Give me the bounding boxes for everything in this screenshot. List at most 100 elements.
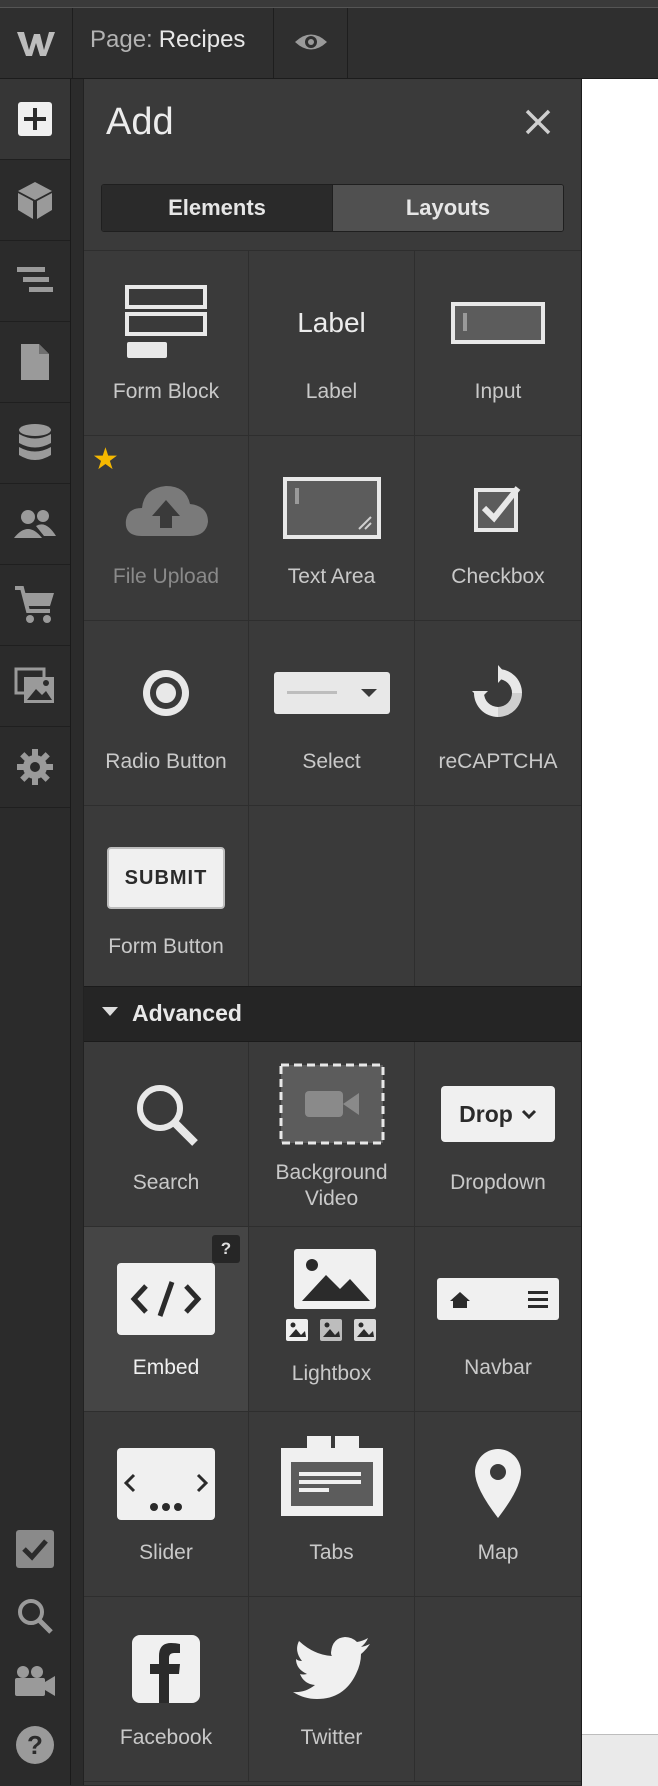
dropdown-icon: Drop (415, 1064, 581, 1164)
element-form-button[interactable]: SUBMIT Form Button (84, 806, 249, 991)
page-label: Page: (90, 26, 153, 53)
empty-cell (415, 1597, 581, 1782)
help-question-icon[interactable]: ? (0, 1715, 70, 1775)
page-name: Recipes (158, 26, 246, 53)
svg-text:?: ? (27, 1730, 43, 1760)
element-label: Tabs (309, 1541, 354, 1564)
element-label: Facebook (119, 1726, 213, 1749)
canvas-bottom-bar (582, 1734, 658, 1786)
caret-down-icon (102, 1007, 118, 1016)
label-icon: Label (249, 273, 414, 373)
recaptcha-icon (415, 643, 581, 743)
element-recaptcha[interactable]: reCAPTCHA (415, 621, 581, 806)
search-icon[interactable] (0, 1586, 70, 1646)
video-tutorials-icon[interactable] (0, 1651, 70, 1711)
element-label: Form Button (108, 935, 224, 958)
advanced-elements-grid: Search Background Video Drop Dropdown ? (84, 1042, 581, 1782)
slider-icon (84, 1434, 248, 1534)
users-icon[interactable] (0, 484, 70, 565)
dropdown-icon-text: Drop (459, 1100, 513, 1127)
element-input[interactable]: Input (415, 251, 581, 436)
element-label: Map (477, 1541, 519, 1564)
panel-tabs: Elements Layouts (101, 184, 564, 232)
element-tabs[interactable]: Tabs (249, 1412, 415, 1597)
element-label: Input (474, 380, 522, 403)
page-selector[interactable]: Page: Recipes (90, 26, 245, 54)
top-bar: Page: Recipes (0, 0, 658, 79)
element-dropdown[interactable]: Drop Dropdown (415, 1042, 581, 1227)
element-label: Form Block (112, 380, 220, 403)
element-label-item[interactable]: Label Label (249, 251, 415, 436)
checkbox-icon (415, 458, 581, 558)
webflow-logo-icon[interactable] (0, 8, 73, 78)
empty-cell (415, 806, 581, 991)
tabs-icon (249, 1426, 414, 1526)
add-plus-icon[interactable] (0, 79, 70, 160)
add-panel: Add Elements Layouts Form Block Label La… (83, 79, 582, 1785)
left-toolbar: ? (0, 79, 71, 1785)
element-label: Label (305, 380, 358, 403)
element-label: Navbar (464, 1356, 532, 1379)
close-icon[interactable] (523, 107, 553, 137)
element-label: Select (302, 750, 361, 773)
section-title: Advanced (132, 1000, 242, 1026)
code-embed-icon (84, 1249, 248, 1349)
eye-icon[interactable] (290, 24, 332, 60)
element-twitter[interactable]: Twitter (249, 1597, 415, 1782)
element-file-upload[interactable]: ★ File Upload (84, 436, 249, 621)
element-select[interactable]: Select (249, 621, 415, 806)
submit-icon-text: SUBMIT (107, 847, 225, 909)
advanced-section-header[interactable]: Advanced (84, 986, 581, 1042)
tab-layouts[interactable]: Layouts (332, 185, 563, 231)
element-map[interactable]: Map (415, 1412, 581, 1597)
input-icon (415, 273, 581, 373)
assets-images-icon[interactable] (0, 646, 70, 727)
empty-cell (249, 806, 415, 991)
divider (273, 8, 274, 78)
divider (347, 8, 348, 78)
element-label: Twitter (300, 1726, 363, 1749)
label-icon-text: Label (297, 307, 366, 338)
ecommerce-cart-icon[interactable] (0, 565, 70, 646)
text-area-icon (249, 458, 414, 558)
navigator-layers-icon[interactable] (0, 241, 70, 322)
cloud-upload-icon (84, 458, 248, 558)
element-slider[interactable]: Slider (84, 1412, 249, 1597)
panel-title: Add (106, 101, 174, 143)
forms-elements-grid: Form Block Label Label Input ★ File Uplo… (84, 250, 581, 991)
settings-gear-icon[interactable] (0, 727, 70, 808)
pages-document-icon[interactable] (0, 322, 70, 403)
element-lightbox[interactable]: Lightbox (249, 1227, 415, 1412)
element-embed[interactable]: ? Embed (84, 1227, 249, 1412)
submit-button-icon: SUBMIT (84, 828, 248, 928)
design-canvas[interactable] (582, 79, 658, 1786)
element-search[interactable]: Search (84, 1042, 249, 1227)
element-text-area[interactable]: Text Area (249, 436, 415, 621)
cms-database-icon[interactable] (0, 403, 70, 484)
dropdown-preview: Drop (441, 1086, 555, 1142)
map-pin-icon (415, 1434, 581, 1534)
element-label: Checkbox (451, 565, 545, 588)
search-icon (84, 1064, 248, 1164)
element-form-block[interactable]: Form Block (84, 251, 249, 436)
element-label: Slider (139, 1541, 193, 1564)
element-navbar[interactable]: Navbar (415, 1227, 581, 1412)
window-strip (0, 0, 658, 8)
background-video-icon (249, 1054, 414, 1154)
tab-elements[interactable]: Elements (102, 185, 332, 231)
facebook-icon (84, 1619, 248, 1719)
element-label: Text Area (287, 565, 376, 588)
element-checkbox[interactable]: Checkbox (415, 436, 581, 621)
element-label: Background Video (275, 1161, 388, 1210)
twitter-icon (249, 1619, 414, 1719)
element-background-video[interactable]: Background Video (249, 1042, 415, 1227)
element-radio-button[interactable]: Radio Button (84, 621, 249, 806)
element-facebook[interactable]: Facebook (84, 1597, 249, 1782)
element-label: Lightbox (291, 1362, 372, 1385)
audit-checkbox-icon[interactable] (0, 1519, 70, 1579)
navbar-icon (415, 1249, 581, 1349)
cube-icon[interactable] (0, 160, 70, 241)
lightbox-icon (249, 1245, 414, 1345)
element-label: File Upload (112, 565, 220, 588)
element-label: reCAPTCHA (438, 750, 558, 773)
